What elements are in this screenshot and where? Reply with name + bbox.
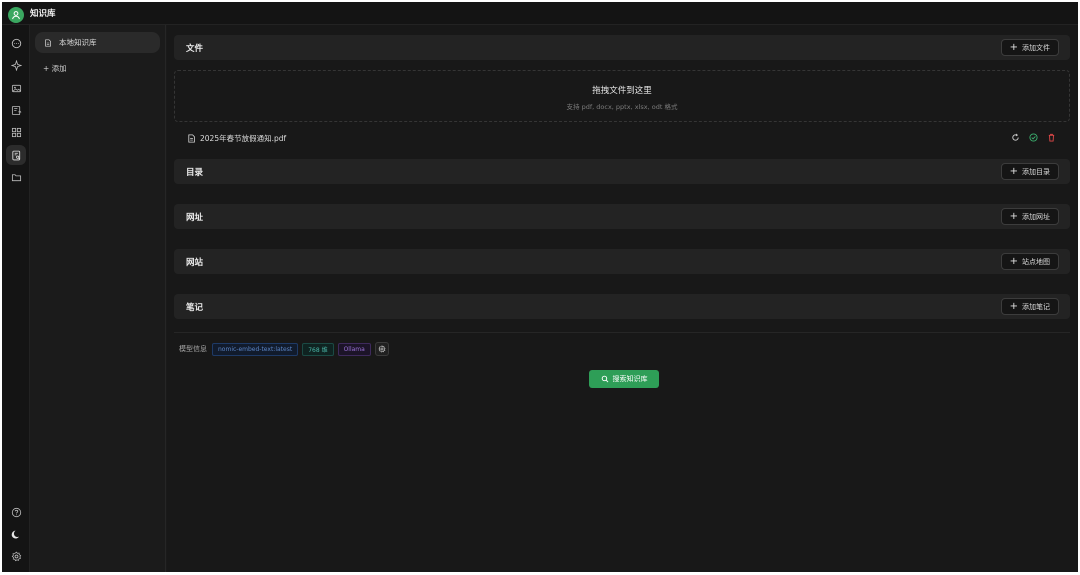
plus-icon: + xyxy=(1009,210,1018,222)
directories-section-header: 目录 + 添加目录 xyxy=(174,159,1070,184)
avatar[interactable] xyxy=(8,7,24,23)
check-circle-icon xyxy=(1029,133,1038,142)
document-icon xyxy=(45,38,51,47)
sidebar-paint-button[interactable] xyxy=(6,78,26,98)
plus-icon: + xyxy=(1009,255,1018,267)
app-window: 知识库 本地知识库 + 添加 文件 + 添加文件 拖拽文件到这里 支持 pdf,… xyxy=(2,2,1078,572)
provider-tag: Ollama xyxy=(337,342,371,356)
file-name-label: 2025年春节放假通知.pdf xyxy=(200,134,287,143)
section-title: 网址 xyxy=(186,213,204,223)
file-name[interactable]: 2025年春节放假通知.pdf xyxy=(187,133,286,144)
sidebar-knowledge-button[interactable] xyxy=(6,145,26,165)
app-title: 知识库 xyxy=(30,9,56,19)
add-knowledge-base-button[interactable]: + 添加 xyxy=(43,63,67,74)
plus-icon: + xyxy=(1009,41,1018,53)
add-directory-label: 添加目录 xyxy=(1022,167,1050,176)
help-icon xyxy=(11,507,21,517)
settings-button[interactable] xyxy=(6,546,26,566)
dimensions-tag: 768 维 xyxy=(302,342,334,356)
sidebar-agents-button[interactable] xyxy=(6,55,26,75)
section-title: 目录 xyxy=(186,168,204,178)
pdf-file-icon xyxy=(188,134,195,143)
section-title: 网站 xyxy=(186,258,204,268)
chat-icon xyxy=(11,38,21,48)
section-title: 笔记 xyxy=(186,303,204,313)
add-url-button[interactable]: + 添加网址 xyxy=(1000,208,1059,225)
add-file-label: 添加文件 xyxy=(1022,43,1050,52)
kb-item-local[interactable]: 本地知识库 xyxy=(35,32,160,53)
sidebar-files-button[interactable] xyxy=(6,167,26,187)
delete-icon[interactable] xyxy=(1047,133,1056,142)
add-directory-button[interactable]: + 添加目录 xyxy=(1000,163,1059,180)
urls-section-header: 网址 + 添加网址 xyxy=(174,204,1070,229)
settings-gear-icon xyxy=(11,551,21,561)
notes-section-header: 笔记 + 添加笔记 xyxy=(174,294,1070,319)
add-kb-label: + 添加 xyxy=(43,64,67,73)
apps-grid-icon xyxy=(11,127,21,137)
add-note-label: 添加笔记 xyxy=(1022,302,1050,311)
dropzone-title: 拖拽文件到这里 xyxy=(592,86,652,96)
folder-icon xyxy=(11,173,21,181)
add-file-button[interactable]: + 添加文件 xyxy=(1000,39,1059,56)
image-icon xyxy=(11,84,21,92)
help-button[interactable] xyxy=(6,502,26,522)
dropzone-subtitle: 支持 pdf, docx, pptx, xlsx, odt 格式 xyxy=(566,103,678,111)
moon-icon xyxy=(11,530,19,539)
theme-toggle-button[interactable] xyxy=(6,524,26,544)
divider xyxy=(174,332,1070,333)
files-section-header: 文件 + 添加文件 xyxy=(174,35,1070,60)
gear-icon xyxy=(378,345,386,353)
search-knowledge-base-button[interactable]: 搜索知识库 xyxy=(589,370,659,388)
websites-section-header: 网站 + 站点地图 xyxy=(174,249,1070,274)
add-url-label: 添加网址 xyxy=(1022,212,1050,221)
search-button-label: 搜索知识库 xyxy=(612,375,648,383)
sidebar-apps-button[interactable] xyxy=(6,122,26,142)
user-icon xyxy=(12,11,20,20)
image-translate-icon xyxy=(11,105,22,115)
sidebar-translate-button[interactable] xyxy=(6,100,26,120)
plus-icon: + xyxy=(1009,165,1018,177)
sparkle-icon xyxy=(10,59,22,71)
model-name-tag: nomic-embed-text:latest xyxy=(212,342,299,356)
section-title: 文件 xyxy=(186,44,204,54)
main-content: 文件 + 添加文件 拖拽文件到这里 支持 pdf, docx, pptx, xl… xyxy=(167,25,1078,572)
file-actions xyxy=(1011,133,1056,142)
knowledge-base-icon xyxy=(11,150,20,160)
kb-item-label: 本地知识库 xyxy=(59,38,97,47)
file-dropzone[interactable]: 拖拽文件到这里 支持 pdf, docx, pptx, xlsx, odt 格式 xyxy=(174,70,1070,122)
search-icon xyxy=(601,375,608,383)
model-settings-button[interactable] xyxy=(374,342,389,356)
add-sitemap-button[interactable]: + 站点地图 xyxy=(1000,253,1059,270)
knowledge-base-panel: 本地知识库 + 添加 xyxy=(30,25,166,572)
add-note-button[interactable]: + 添加笔记 xyxy=(1000,298,1059,315)
model-info: 模型信息 nomic-embed-text:latest 768 维 Ollam… xyxy=(179,342,389,356)
add-sitemap-label: 站点地图 xyxy=(1022,257,1050,266)
title-bar: 知识库 xyxy=(2,2,1078,25)
plus-icon: + xyxy=(1009,300,1018,312)
sidebar-chat-button[interactable] xyxy=(6,33,26,53)
model-info-label: 模型信息 xyxy=(179,345,207,353)
file-list-item: 2025年春节放假通知.pdf xyxy=(174,128,1070,148)
refresh-icon[interactable] xyxy=(1011,133,1020,142)
icon-sidebar xyxy=(2,25,30,572)
